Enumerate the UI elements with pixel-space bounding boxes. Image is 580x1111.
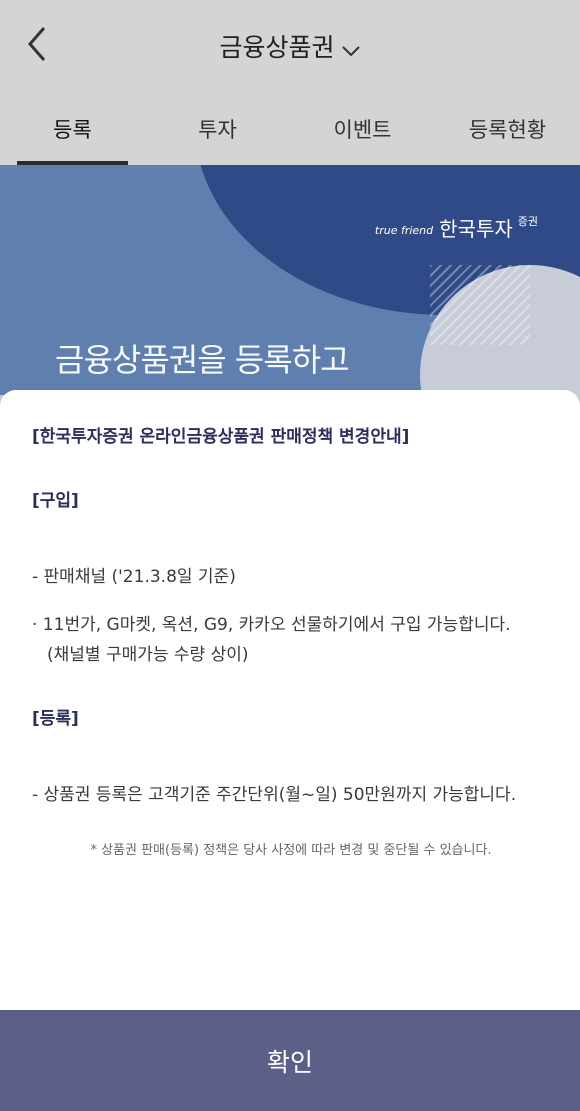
channel-line: - 판매채널 ('21.3.8일 기준) <box>32 567 236 587</box>
notice-content: [한국투자증권 온라인금융상품권 판매정책 변경안내] [구입] - 판매채널 … <box>0 390 580 866</box>
banner-stripes <box>430 265 530 345</box>
channel-note: (채널별 구매가능 수량 상이) <box>47 645 249 665</box>
brand-logo: true friend 한국투자 증권 <box>375 213 538 242</box>
footnote: * 상품권 판매(등록) 정책은 당사 사정에 따라 변경 및 중단될 수 있습… <box>90 843 492 858</box>
page-title-dropdown[interactable]: 금융상품권 <box>0 28 580 64</box>
channel-list: · 11번가, G마켓, 옥션, G9, 카카오 선물하기에서 구입 가능합니다… <box>32 615 511 635</box>
brand-sub: 증권 <box>517 215 538 228</box>
brand-name: 한국투자 <box>439 217 513 241</box>
page-title: 금융상품권 <box>219 33 335 62</box>
promo-banner: true friend 한국투자 증권 금융상품권을 등록하고 <box>0 165 580 395</box>
tab-bar: 등록 투자 이벤트 등록현황 <box>0 100 580 165</box>
app-header: 금융상품권 등록 투자 이벤트 등록현황 <box>0 0 580 165</box>
tab-event[interactable]: 이벤트 <box>290 100 435 165</box>
banner-headline: 금융상품권을 등록하고 <box>55 341 350 379</box>
tab-invest[interactable]: 투자 <box>145 100 290 165</box>
purchase-heading: [구입] <box>32 491 79 511</box>
notice-sheet: [한국투자증권 온라인금융상품권 판매정책 변경안내] [구입] - 판매채널 … <box>0 390 580 1010</box>
tab-register[interactable]: 등록 <box>0 100 145 165</box>
confirm-button[interactable]: 확인 <box>0 1010 580 1111</box>
chevron-down-icon <box>341 35 361 64</box>
brand-tagline: true friend <box>374 224 434 237</box>
register-line: - 상품권 등록은 고객기준 주간단위(월~일) 50만원까지 가능합니다. <box>32 785 517 805</box>
notice-title: [한국투자증권 온라인금융상품권 판매정책 변경안내] <box>32 427 410 447</box>
register-heading: [등록] <box>32 709 79 729</box>
tab-registration-status[interactable]: 등록현황 <box>435 100 580 165</box>
